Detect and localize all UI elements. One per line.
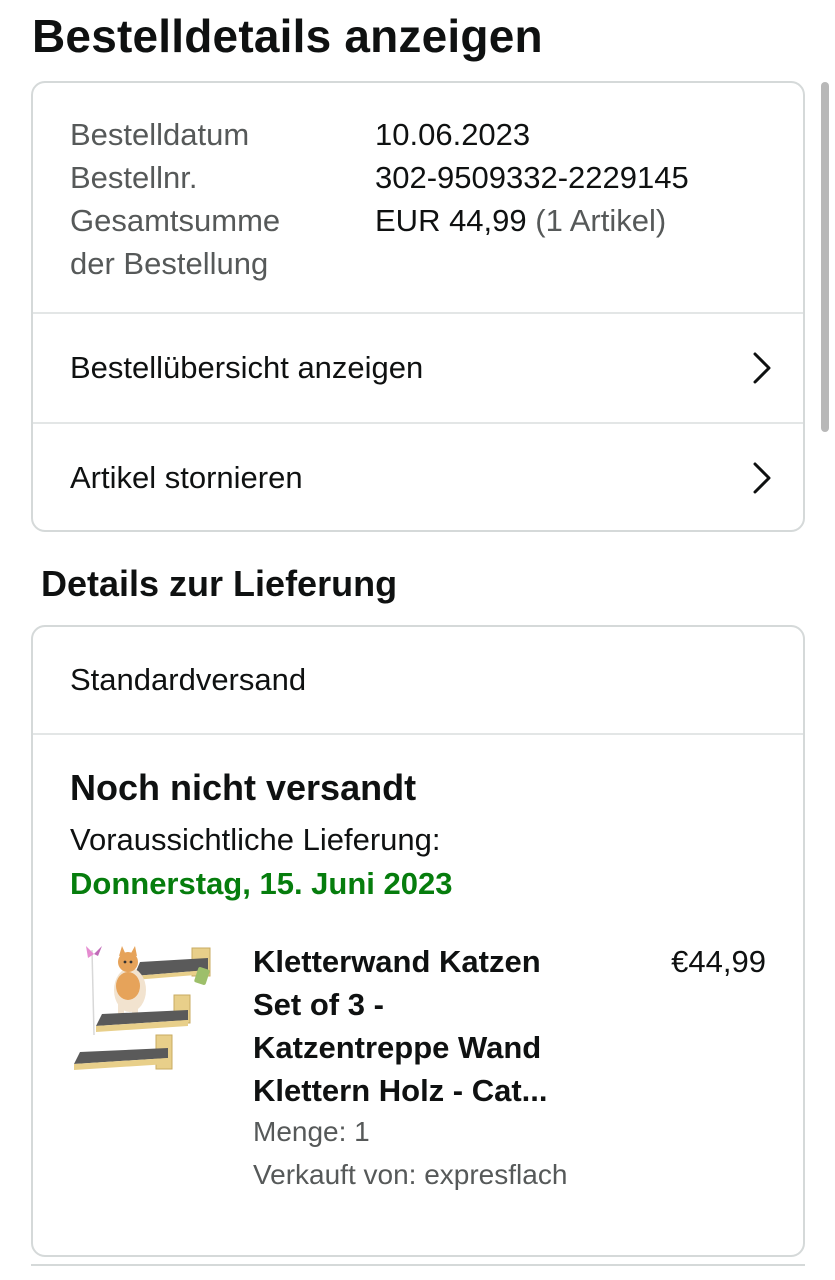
product-item[interactable]: Kletterwand Katzen Set of 3 - Katzentrep… bbox=[70, 940, 803, 1200]
order-date-row: Bestelldatum 10.06.2023 bbox=[70, 113, 803, 156]
eta-label: Voraussichtliche Lieferung: bbox=[70, 822, 441, 857]
order-total-label-line2: der Bestellung bbox=[70, 246, 269, 281]
cat-wall-steps-image[interactable] bbox=[72, 940, 222, 1080]
order-total-row: Gesamtsumme der Bestellung EUR 44,99 (1 … bbox=[70, 199, 803, 285]
order-total-label: Gesamtsumme der Bestellung bbox=[70, 199, 375, 285]
chevron-right-icon bbox=[753, 352, 771, 384]
order-total-label-line1: Gesamtsumme bbox=[70, 203, 281, 238]
order-summary-card: Bestelldatum 10.06.2023 Bestellnr. 302-9… bbox=[31, 81, 805, 532]
product-seller: Verkauft von: expresflach bbox=[253, 1159, 568, 1190]
order-number-value: 302-9509332-2229145 bbox=[375, 160, 689, 195]
order-summary: Bestelldatum 10.06.2023 Bestellnr. 302-9… bbox=[33, 83, 803, 312]
shipping-method: Standardversand bbox=[33, 627, 803, 735]
shipment-details: Noch nicht versandt Voraussichtliche Lie… bbox=[33, 735, 803, 1200]
product-title-line: Set of 3 - bbox=[253, 987, 384, 1022]
shipment-status: Noch nicht versandt bbox=[70, 767, 417, 808]
product-title-line: Kletterwand Katzen bbox=[253, 944, 541, 979]
delivery-card: Standardversand Noch nicht versandt Vora… bbox=[31, 625, 805, 1257]
cancel-items-label: Artikel stornieren bbox=[70, 460, 303, 495]
order-item-count: (1 Artikel) bbox=[526, 203, 667, 238]
product-quantity: Menge: 1 bbox=[253, 1116, 370, 1147]
order-total-value: EUR 44,99 (1 Artikel) bbox=[375, 199, 666, 285]
order-date-label: Bestelldatum bbox=[70, 117, 250, 152]
order-date-value: 10.06.2023 bbox=[375, 117, 531, 152]
order-number-row: Bestellnr. 302-9509332-2229145 bbox=[70, 156, 803, 199]
view-order-summary-link[interactable]: Bestellübersicht anzeigen bbox=[33, 312, 803, 422]
order-number-label: Bestellnr. bbox=[70, 160, 198, 195]
order-total-amount: EUR 44,99 bbox=[375, 203, 527, 238]
eta-date: Donnerstag, 15. Juni 2023 bbox=[70, 866, 453, 901]
delivery-section-title: Details zur Lieferung bbox=[41, 563, 398, 604]
product-title[interactable]: Kletterwand Katzen Set of 3 - Katzentrep… bbox=[253, 940, 583, 1112]
product-price: €44,99 bbox=[671, 944, 766, 979]
scrollbar[interactable] bbox=[821, 82, 829, 432]
page-title: Bestelldetails anzeigen bbox=[32, 10, 543, 62]
cancel-items-link[interactable]: Artikel stornieren bbox=[33, 422, 803, 530]
chevron-right-icon bbox=[753, 462, 771, 494]
bottom-divider bbox=[31, 1264, 805, 1266]
product-title-line: Katzentreppe Wand bbox=[253, 1030, 542, 1065]
view-order-summary-label: Bestellübersicht anzeigen bbox=[70, 350, 424, 385]
product-title-line: Klettern Holz - Cat... bbox=[253, 1073, 548, 1108]
